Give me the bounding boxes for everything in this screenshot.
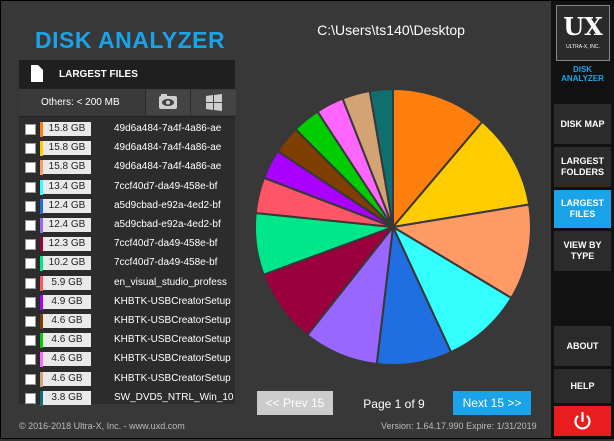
file-checkbox[interactable] bbox=[25, 392, 36, 404]
view-file-button[interactable] bbox=[145, 90, 190, 115]
file-checkbox[interactable] bbox=[25, 335, 36, 347]
file-name: a5d9cbad-e92a-4ed2-bf bbox=[114, 199, 221, 211]
file-row[interactable]: 4.6 GB KHBTK-USBCreatorSetup bbox=[19, 312, 235, 331]
file-checkbox[interactable] bbox=[25, 258, 36, 270]
file-row[interactable]: 3.8 GB SW_DVD5_NTRL_Win_10 bbox=[19, 389, 235, 408]
file-row[interactable]: 10.2 GB 7ccf40d7-da49-458e-bf bbox=[19, 254, 235, 273]
file-row[interactable]: 15.8 GB 49d6a484-7a4f-4a86-ae bbox=[19, 139, 235, 158]
file-checkbox[interactable] bbox=[25, 239, 36, 251]
file-size: 5.9 GB bbox=[43, 275, 91, 290]
file-row[interactable]: 4.6 GB KHBTK-USBCreatorSetup bbox=[19, 370, 235, 389]
sidebar-item-help[interactable]: HELP bbox=[554, 369, 611, 403]
file-size: 12.3 GB bbox=[43, 237, 91, 252]
logo-subtext: ULTRA-X, INC. bbox=[566, 44, 600, 50]
file-size: 15.8 GB bbox=[43, 141, 91, 156]
file-size: 15.8 GB bbox=[43, 122, 91, 136]
current-path: C:\Users\ts140\Desktop bbox=[317, 22, 465, 38]
prev-page-button[interactable]: << Prev 15 bbox=[257, 391, 333, 415]
file-checkbox[interactable] bbox=[25, 143, 36, 155]
file-name: 49d6a484-7a4f-4a86-ae bbox=[114, 123, 222, 134]
file-size: 4.6 GB bbox=[43, 352, 91, 367]
file-size: 12.4 GB bbox=[43, 198, 91, 213]
app-window: DISK ANALYZER C:\Users\ts140\Desktop LAR… bbox=[0, 0, 614, 439]
file-name: KHBTK-USBCreatorSetup bbox=[114, 334, 231, 346]
next-page-button[interactable]: Next 15 >> bbox=[453, 391, 531, 415]
document-icon bbox=[31, 65, 43, 82]
app-title: DISK ANALYZER bbox=[35, 27, 226, 53]
file-row[interactable]: 12.3 GB 7ccf40d7-da49-458e-bf bbox=[19, 235, 235, 254]
file-checkbox[interactable] bbox=[25, 373, 36, 385]
file-size: 4.6 GB bbox=[43, 333, 91, 348]
file-checkbox[interactable] bbox=[25, 124, 36, 135]
file-name: KHBTK-USBCreatorSetup bbox=[114, 315, 231, 326]
file-checkbox[interactable] bbox=[25, 200, 36, 212]
others-threshold: Others: < 200 MB bbox=[41, 97, 120, 108]
panel-toolbar: Others: < 200 MB bbox=[19, 88, 236, 117]
ultrax-logo: UX ULTRA-X, INC. bbox=[556, 5, 610, 61]
panel-title: LARGEST FILES bbox=[59, 69, 138, 80]
file-name: SW_DVD5_NTRL_Win_10 bbox=[114, 391, 234, 403]
logo-text: UX bbox=[563, 12, 603, 41]
file-size: 15.8 GB bbox=[43, 160, 91, 175]
sidebar: UX ULTRA-X, INC. DISK ANALYZER DISK MAP … bbox=[551, 1, 614, 438]
file-size: 4.6 GB bbox=[43, 371, 91, 386]
file-name: 49d6a484-7a4f-4a86-ae bbox=[114, 161, 222, 173]
file-name: 49d6a484-7a4f-4a86-ae bbox=[114, 142, 222, 154]
panel-header: LARGEST FILES bbox=[19, 60, 235, 88]
sidebar-subtitle: DISK ANALYZER bbox=[561, 65, 604, 83]
file-row[interactable]: 4.6 GB KHBTK-USBCreatorSetup bbox=[19, 350, 235, 369]
file-checkbox[interactable] bbox=[25, 162, 36, 174]
sidebar-item-view-by-type[interactable]: VIEW BY TYPE bbox=[554, 231, 611, 271]
file-row[interactable]: 5.9 GB en_visual_studio_profess bbox=[19, 274, 235, 293]
sidebar-item-disk-map[interactable]: DISK MAP bbox=[554, 104, 611, 144]
file-name: 7ccf40d7-da49-458e-bf bbox=[114, 257, 218, 269]
file-row[interactable]: 12.4 GB a5d9cbad-e92a-4ed2-bf bbox=[19, 216, 235, 235]
file-row[interactable]: 4.6 GB KHBTK-USBCreatorSetup bbox=[19, 331, 235, 350]
file-row[interactable]: 15.8 GB 49d6a484-7a4f-4a86-ae bbox=[19, 120, 235, 139]
file-name: a5d9cbad-e92a-4ed2-bf bbox=[114, 219, 221, 230]
file-size: 12.4 GB bbox=[43, 218, 91, 232]
sidebar-item-about[interactable]: ABOUT bbox=[554, 326, 611, 366]
largest-files-panel: LARGEST FILES Others: < 200 MB 15.8 GB 4… bbox=[19, 60, 236, 406]
file-checkbox[interactable] bbox=[25, 277, 36, 289]
file-name: KHBTK-USBCreatorSetup bbox=[114, 295, 231, 307]
copyright-text: © 2016-2018 Ultra-X, Inc. - www.uxd.com bbox=[19, 421, 185, 431]
file-row[interactable]: 15.8 GB 49d6a484-7a4f-4a86-ae bbox=[19, 158, 235, 177]
size-pie-chart bbox=[254, 87, 532, 366]
file-checkbox[interactable] bbox=[25, 181, 36, 193]
file-row[interactable]: 4.9 GB KHBTK-USBCreatorSetup bbox=[19, 293, 235, 312]
file-size: 13.4 GB bbox=[43, 179, 91, 194]
open-in-explorer-button[interactable] bbox=[190, 90, 236, 115]
power-icon bbox=[574, 411, 591, 430]
sidebar-item-largest-folders[interactable]: LARGEST FOLDERS bbox=[554, 147, 611, 187]
eye-icon bbox=[159, 94, 177, 109]
power-button[interactable] bbox=[554, 406, 611, 436]
file-size: 10.2 GB bbox=[43, 256, 91, 271]
file-name: en_visual_studio_profess bbox=[114, 276, 227, 288]
version-text: Version: 1.64.17.990 Expire: 1/31/2019 bbox=[381, 421, 537, 431]
file-checkbox[interactable] bbox=[25, 220, 36, 231]
file-size: 3.8 GB bbox=[43, 390, 91, 405]
page-indicator: Page 1 of 9 bbox=[363, 397, 425, 411]
file-checkbox[interactable] bbox=[25, 316, 36, 327]
file-name: 7ccf40d7-da49-458e-bf bbox=[114, 180, 218, 192]
file-row[interactable]: 12.4 GB a5d9cbad-e92a-4ed2-bf bbox=[19, 197, 235, 216]
file-name: KHBTK-USBCreatorSetup bbox=[114, 353, 231, 365]
file-size: 4.9 GB bbox=[43, 294, 91, 309]
sidebar-item-largest-files[interactable]: LARGEST FILES bbox=[554, 190, 611, 228]
file-size: 4.6 GB bbox=[43, 314, 91, 328]
file-name: KHBTK-USBCreatorSetup bbox=[114, 372, 231, 384]
file-name: 7ccf40d7-da49-458e-bf bbox=[114, 238, 218, 250]
windows-icon bbox=[206, 94, 222, 111]
file-row[interactable]: 13.4 GB 7ccf40d7-da49-458e-bf bbox=[19, 178, 235, 197]
file-checkbox[interactable] bbox=[25, 296, 36, 308]
file-checkbox[interactable] bbox=[25, 354, 36, 366]
